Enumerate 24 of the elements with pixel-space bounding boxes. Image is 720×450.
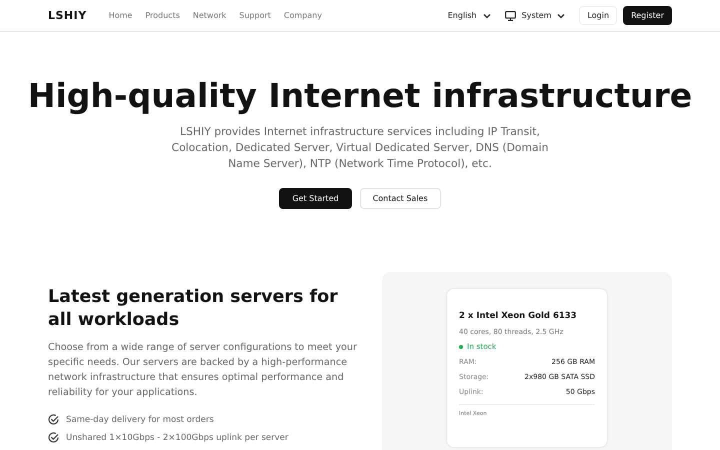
language-selector[interactable]: English xyxy=(448,11,491,20)
check-circle-icon xyxy=(48,432,59,443)
nav-link[interactable]: Network xyxy=(192,11,226,20)
hero-subtitle: LSHIY provides Internet infrastructure services including IP Transit, Colocation, Dedicated Server, Virtual Dedicated Server, DNS (Domain Name Server), NTP (Network Time Protocol), etc. xyxy=(170,124,550,172)
chevron-down-icon xyxy=(557,12,566,18)
register-button[interactable]: Register xyxy=(623,6,672,25)
nav-link[interactable]: Company xyxy=(284,11,322,20)
hero-title: High-quality Internet infrastructure xyxy=(26,76,694,115)
get-started-button[interactable]: Get Started xyxy=(279,188,352,209)
contact-sales-button[interactable]: Contact Sales xyxy=(360,188,441,209)
login-button[interactable]: Login xyxy=(579,6,618,25)
chevron-down-icon xyxy=(482,12,491,18)
nav-link[interactable]: Home xyxy=(108,11,132,20)
check-circle-icon xyxy=(48,414,59,425)
card-title: 2 x Intel Xeon Gold 6133 xyxy=(459,311,578,321)
section-text: Choose from a wide range of server configurations to meet your specific needs. Our servers are backed by a high-performance network infrastructure that ensures optimal performance and reliability for your applications. xyxy=(48,341,358,400)
nav-link[interactable]: Support xyxy=(239,11,271,20)
theme-selector[interactable]: System xyxy=(504,10,566,20)
section-title: Latest generation servers for all workloads xyxy=(48,286,339,332)
feature-text: Same-day delivery for most orders xyxy=(66,414,214,424)
monitor-icon xyxy=(504,10,516,20)
logo[interactable]: LSHIY xyxy=(48,9,87,22)
nav-link[interactable]: Products xyxy=(145,11,180,20)
feature-text: Unshared 1×10Gbps - 2×100Gbps uplink per server xyxy=(66,432,288,442)
